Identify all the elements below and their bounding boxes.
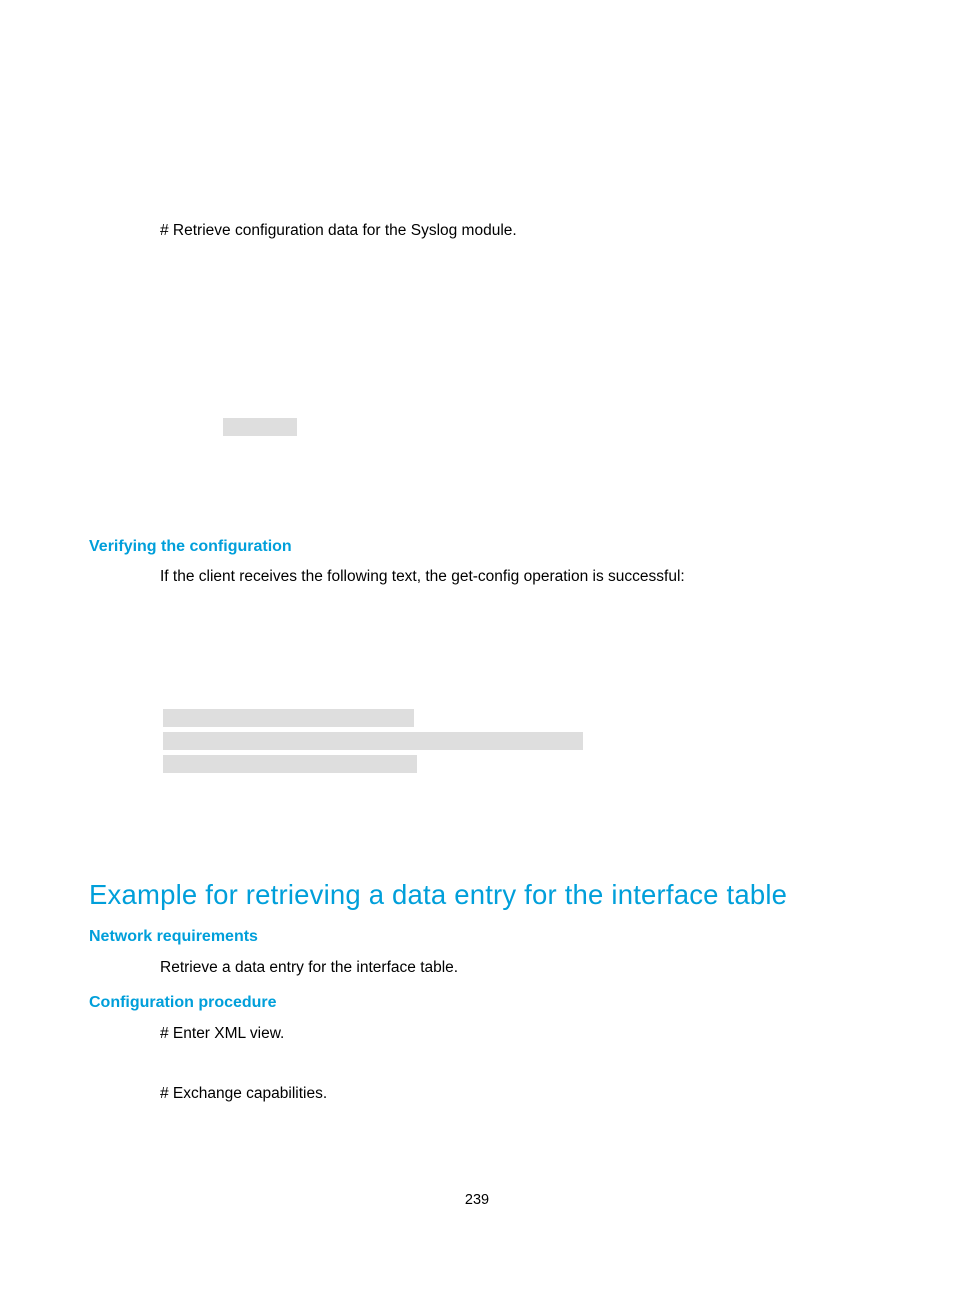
heading-example-interface-table: Example for retrieving a data entry for …: [89, 879, 879, 911]
step-retrieve-syslog: # Retrieve configuration data for the Sy…: [160, 219, 517, 242]
step-exchange-capabilities: # Exchange capabilities.: [160, 1082, 327, 1105]
redacted-bar-3: [163, 732, 583, 750]
redacted-bar-4: [163, 755, 417, 773]
step-enter-xml-view: # Enter XML view.: [160, 1022, 284, 1045]
redacted-bar-1: [223, 418, 297, 436]
verify-description: If the client receives the following tex…: [160, 565, 685, 588]
page-number: 239: [0, 1192, 954, 1208]
heading-network-requirements: Network requirements: [89, 928, 258, 946]
network-description: Retrieve a data entry for the interface …: [160, 956, 458, 979]
redacted-bar-2: [163, 709, 414, 727]
heading-configuration-procedure: Configuration procedure: [89, 994, 277, 1012]
heading-verifying-configuration: Verifying the configuration: [89, 538, 292, 556]
